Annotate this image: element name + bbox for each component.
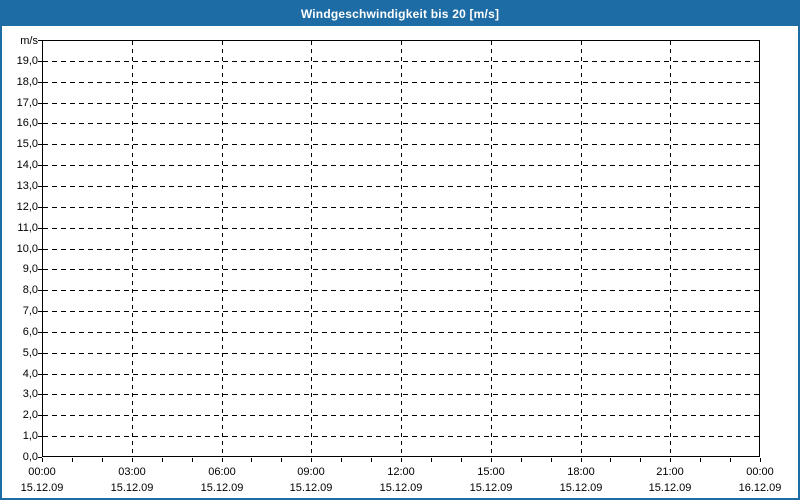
x-axis-time-label: 03:00	[118, 466, 146, 478]
y-axis-tick	[38, 228, 42, 229]
chart-window: Windgeschwindigkeit bis 20 [m/s] m/s 19,0…	[0, 0, 800, 500]
y-axis-tick-label: 4,0	[22, 368, 38, 380]
x-axis-tick	[192, 458, 193, 462]
x-axis-tick	[551, 458, 552, 462]
y-axis-tick	[38, 123, 42, 124]
y-axis-unit-label: m/s	[20, 35, 38, 47]
y-axis-tick-label: 19,0	[16, 55, 38, 67]
y-axis-tick	[38, 374, 42, 375]
y-axis-tick	[38, 353, 42, 354]
y-axis-tick-label: 3,0	[22, 388, 38, 400]
y-axis-tick	[38, 394, 42, 395]
x-axis-tick	[222, 458, 223, 462]
x-axis-tick	[371, 458, 372, 462]
x-axis-time-label: 00:00	[28, 466, 56, 478]
y-axis-tick-label: 18,0	[16, 76, 38, 88]
y-axis-tick	[38, 144, 42, 145]
x-axis-date-label: 15.12.09	[469, 482, 513, 494]
x-axis-tick	[581, 458, 582, 462]
y-axis-tick-label: 12,0	[16, 201, 38, 213]
x-axis-tick	[341, 458, 342, 462]
x-gridline	[401, 41, 402, 456]
y-axis-tick-label: 17,0	[16, 97, 38, 109]
y-axis-tick	[38, 249, 42, 250]
y-axis-tick	[38, 436, 42, 437]
x-axis-time-label: 00:00	[746, 466, 774, 478]
x-axis-tick	[281, 458, 282, 462]
y-axis-tick-label: 14,0	[16, 159, 38, 171]
y-axis-tick	[38, 269, 42, 270]
x-axis-time-label: 12:00	[387, 466, 415, 478]
y-axis-tick-label: 1,0	[22, 430, 38, 442]
x-axis-date-label: 15.12.09	[20, 482, 64, 494]
x-axis-tick	[72, 458, 73, 462]
y-axis-tick	[38, 290, 42, 291]
x-axis-time-label: 15:00	[477, 466, 505, 478]
chart-area: m/s 19,0 18,0 17,0 16,0 15,0 14,0 13,0 12,0 11,0 1…	[2, 2, 798, 498]
y-axis-tick	[38, 61, 42, 62]
x-axis-date-label: 15.12.09	[648, 482, 692, 494]
y-axis-tick-label: 13,0	[16, 180, 38, 192]
y-axis-tick-label: 16,0	[16, 117, 38, 129]
x-axis-tick	[401, 458, 402, 462]
y-axis-tick	[38, 103, 42, 104]
x-gridline	[491, 41, 492, 456]
x-axis-tick	[461, 458, 462, 462]
y-axis-tick	[38, 311, 42, 312]
y-axis-tick	[38, 40, 42, 41]
x-axis-tick	[610, 458, 611, 462]
x-axis-date-label: 15.12.09	[200, 482, 244, 494]
x-axis-tick	[251, 458, 252, 462]
x-axis-time-label: 09:00	[297, 466, 325, 478]
x-gridline	[581, 41, 582, 456]
x-axis-tick	[670, 458, 671, 462]
x-axis-tick	[521, 458, 522, 462]
y-axis-tick-label: 11,0	[17, 222, 38, 234]
x-gridline	[670, 41, 671, 456]
x-axis-date-label: 15.12.09	[379, 482, 423, 494]
y-axis-tick-label: 2,0	[22, 409, 38, 421]
y-axis-tick-label: 0,0	[22, 451, 38, 463]
x-axis-tick	[42, 458, 43, 462]
y-axis-tick	[38, 165, 42, 166]
x-axis-tick	[760, 458, 761, 462]
x-axis-date-label: 15.12.09	[289, 482, 333, 494]
y-axis-tick-label: 15,0	[16, 138, 38, 150]
x-gridline	[311, 41, 312, 456]
y-axis-tick	[38, 415, 42, 416]
y-axis-tick-label: 5,0	[22, 347, 38, 359]
x-axis-date-label: 15.12.09	[110, 482, 154, 494]
y-axis-tick	[38, 332, 42, 333]
x-axis-time-label: 06:00	[208, 466, 236, 478]
x-gridline	[222, 41, 223, 456]
x-axis-tick	[640, 458, 641, 462]
x-axis-time-label: 18:00	[567, 466, 595, 478]
x-axis-tick	[700, 458, 701, 462]
y-axis-tick-label: 8,0	[22, 284, 38, 296]
x-axis-tick	[730, 458, 731, 462]
y-axis-tick	[38, 186, 42, 187]
x-axis-tick	[311, 458, 312, 462]
x-axis-tick	[491, 458, 492, 462]
y-axis-tick-label: 9,0	[22, 263, 38, 275]
x-axis-date-label: 16.12.09	[738, 482, 782, 494]
x-axis-date-label: 15.12.09	[559, 482, 603, 494]
y-axis-tick	[38, 82, 42, 83]
x-gridline	[132, 41, 133, 456]
y-axis-tick	[38, 207, 42, 208]
x-axis-tick	[102, 458, 103, 462]
x-axis-tick	[132, 458, 133, 462]
x-axis-time-label: 21:00	[656, 466, 684, 478]
y-axis-tick-label: 7,0	[22, 305, 38, 317]
x-axis-tick	[431, 458, 432, 462]
y-axis-tick-label: 6,0	[22, 326, 38, 338]
x-axis-tick	[162, 458, 163, 462]
y-axis-tick-label: 10,0	[16, 243, 38, 255]
